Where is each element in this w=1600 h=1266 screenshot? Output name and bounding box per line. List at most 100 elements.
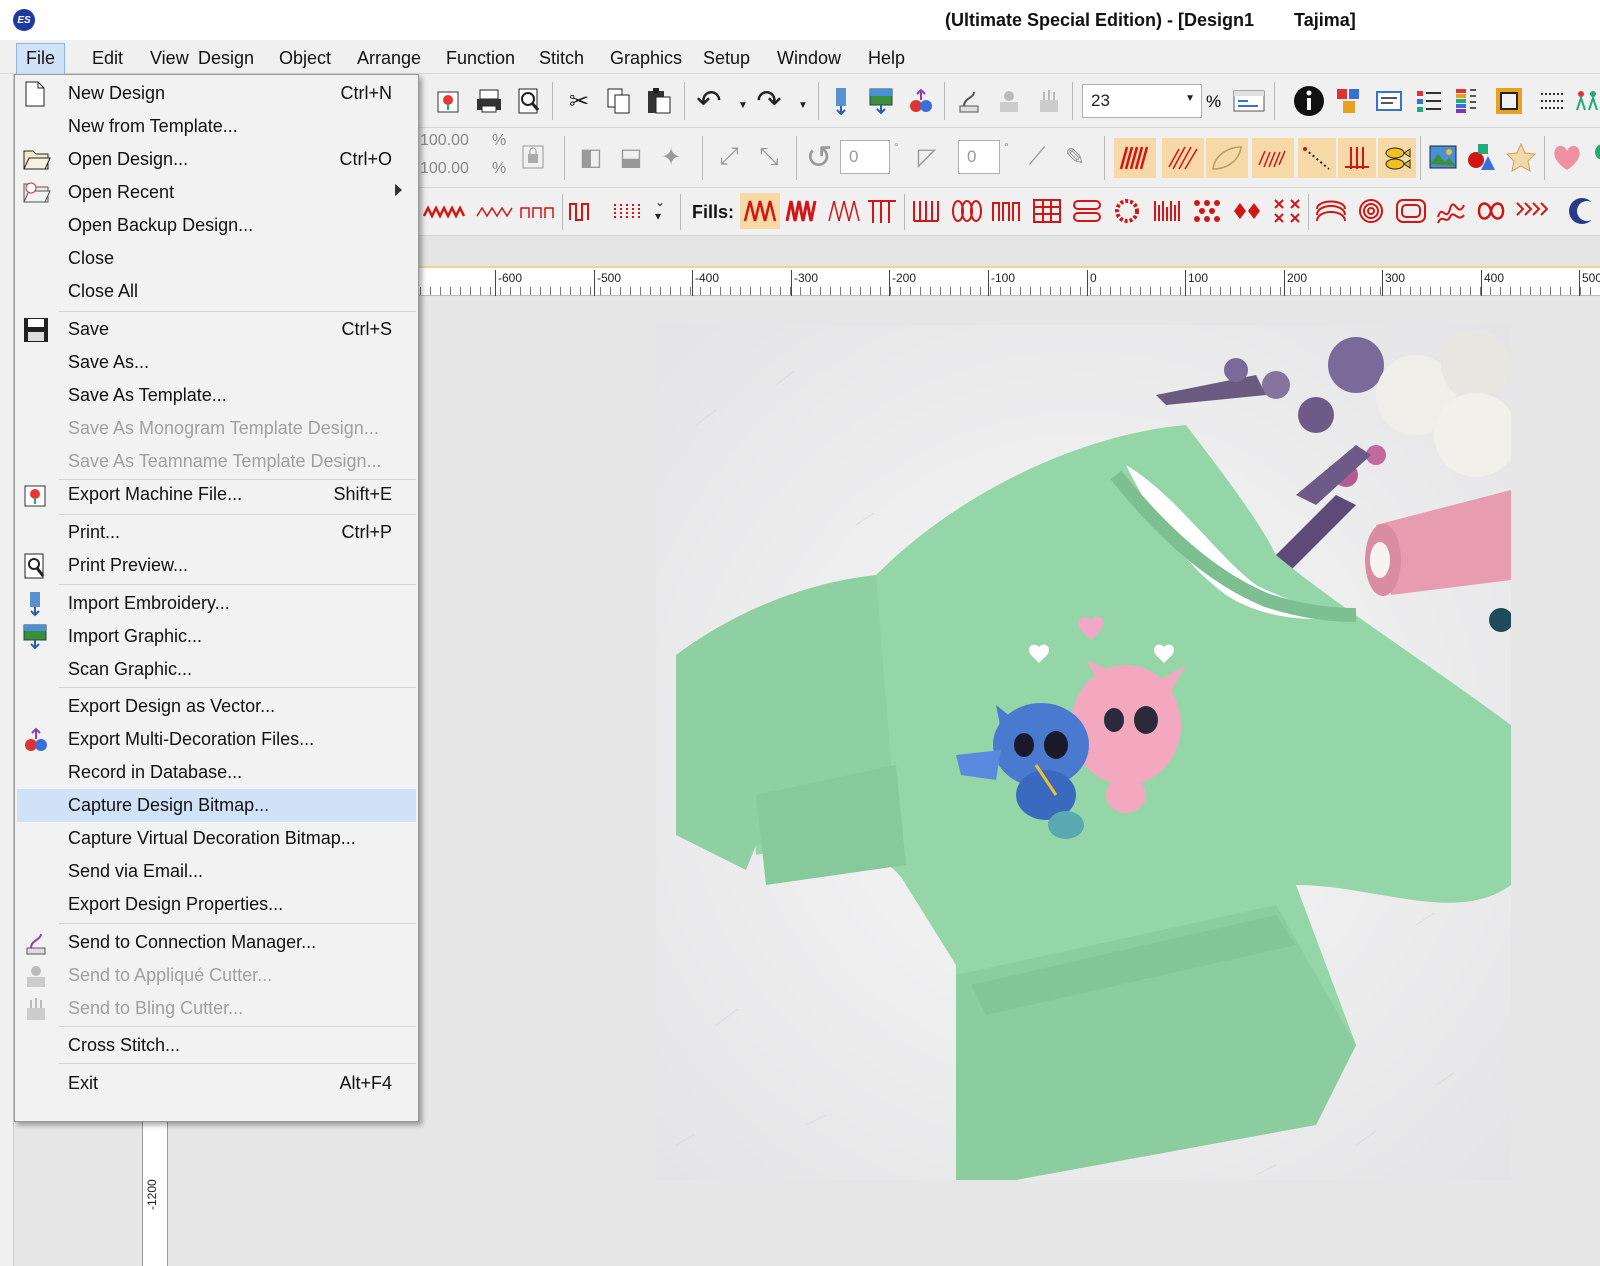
menu-graphics[interactable]: Graphics: [602, 46, 690, 71]
more-stitches-dropdown-icon[interactable]: ⌄ ▾: [650, 192, 670, 226]
menu-item-capture-design-bitmap[interactable]: Capture Design Bitmap...: [17, 789, 416, 822]
picture-icon[interactable]: [1426, 140, 1460, 174]
applique-cutter-icon[interactable]: [992, 84, 1026, 118]
cut-icon[interactable]: ✂: [562, 84, 596, 118]
fill-dense-satin-icon[interactable]: [782, 193, 822, 229]
rotate-left-icon[interactable]: ⤢: [712, 140, 746, 174]
menu-item-new-from-template[interactable]: New from Template...: [17, 110, 416, 143]
menu-item-scan-graphic[interactable]: Scan Graphic...: [17, 653, 416, 686]
vertical-ruler[interactable]: -1200: [142, 1110, 168, 1266]
menu-item-import-embroidery[interactable]: Import Embroidery...: [17, 587, 416, 620]
chevron-down-icon[interactable]: ▼: [1185, 93, 1195, 104]
menu-item-import-graphic[interactable]: Import Graphic...: [17, 620, 416, 653]
wave-run-icon[interactable]: [474, 195, 516, 229]
menu-help[interactable]: Help: [860, 46, 913, 71]
hoop-icon[interactable]: [1492, 84, 1526, 118]
menu-item-print[interactable]: Print... Ctrl+P: [17, 516, 416, 549]
applique-icon[interactable]: [1550, 140, 1584, 174]
import-graphic-icon[interactable]: [864, 84, 898, 118]
connection-manager-icon[interactable]: [952, 84, 986, 118]
menu-object[interactable]: Object: [271, 46, 339, 71]
skew-input[interactable]: 0: [958, 140, 1000, 174]
app-logo-icon[interactable]: ES: [13, 9, 35, 31]
fill-arcs-icon[interactable]: [1312, 193, 1350, 229]
mirror-horizontal-icon[interactable]: ◧: [574, 140, 608, 174]
menu-item-export-design-as-vector[interactable]: Export Design as Vector...: [17, 690, 416, 723]
menu-item-open-design[interactable]: Open Design... Ctrl+O: [17, 143, 416, 176]
zoom-combo[interactable]: 23 ▼: [1082, 84, 1202, 118]
menu-item-open-recent[interactable]: Open Recent: [17, 176, 416, 209]
fill-rings-icon[interactable]: [948, 193, 986, 229]
menu-item-save-as[interactable]: Save As...: [17, 346, 416, 379]
menu-item-print-preview[interactable]: Print Preview...: [17, 549, 416, 582]
fill-stipple-icon[interactable]: [1432, 193, 1470, 229]
rotate-input[interactable]: 0: [840, 140, 890, 174]
menu-stitch[interactable]: Stitch: [531, 46, 592, 71]
export-icon[interactable]: [432, 84, 466, 118]
fill-open-satin-icon[interactable]: [824, 193, 864, 229]
fill-spiral-icon[interactable]: [1352, 193, 1390, 229]
mirror-both-icon[interactable]: ✦: [654, 140, 688, 174]
properties-icon[interactable]: [1232, 84, 1266, 118]
list-icon[interactable]: [1412, 84, 1446, 118]
fill-satin-icon[interactable]: [740, 193, 780, 229]
redo-dropdown-icon[interactable]: ▼: [786, 88, 820, 122]
star-icon[interactable]: [1504, 140, 1538, 174]
fish-icon[interactable]: [1378, 138, 1416, 178]
fill-contour-icon[interactable]: [1392, 193, 1430, 229]
fill-column-icon[interactable]: [908, 193, 946, 229]
mirror-vertical-icon[interactable]: ⬓: [614, 140, 648, 174]
menu-item-send-to-applique-cutter[interactable]: Send to Appliqué Cutter...: [17, 959, 416, 992]
tree-icon[interactable]: [1584, 140, 1600, 174]
menu-item-send-to-connection-manager[interactable]: Send to Connection Manager...: [17, 926, 416, 959]
rotate-icon[interactable]: ↺: [802, 139, 836, 175]
menu-setup[interactable]: Setup: [695, 46, 758, 71]
fill-chain-icon[interactable]: [1068, 193, 1106, 229]
fill-bars-icon[interactable]: [1148, 193, 1186, 229]
copy-icon[interactable]: [602, 84, 636, 118]
menu-file[interactable]: File: [16, 43, 66, 76]
paste-icon[interactable]: [642, 84, 676, 118]
fill-cross-icon[interactable]: [1268, 193, 1306, 229]
menu-item-save-as-teamname-template[interactable]: Save As Teamname Template Design...: [17, 445, 416, 478]
menu-item-save[interactable]: Save Ctrl+S: [17, 313, 416, 346]
shapes-icon[interactable]: [1464, 140, 1498, 174]
left-tool-strip[interactable]: [0, 74, 14, 1266]
menu-item-exit[interactable]: Exit Alt+F4: [17, 1067, 416, 1100]
import-embroidery-icon[interactable]: [824, 84, 858, 118]
lock-proportions-icon[interactable]: [516, 140, 550, 174]
print-icon[interactable]: [472, 84, 506, 118]
redo-icon[interactable]: ↷: [752, 84, 786, 118]
fill-rhombus-icon[interactable]: [1228, 193, 1266, 229]
menu-view[interactable]: View: [142, 46, 197, 71]
undo-icon[interactable]: ↶: [692, 84, 726, 118]
square-wave-icon[interactable]: [518, 195, 560, 229]
menu-item-send-to-bling-cutter[interactable]: Send to Bling Cutter...: [17, 992, 416, 1025]
menu-edit[interactable]: Edit: [84, 46, 131, 71]
menu-item-save-as-template[interactable]: Save As Template...: [17, 379, 416, 412]
fill-grid-icon[interactable]: [1028, 193, 1066, 229]
menu-item-record-in-database[interactable]: Record in Database...: [17, 756, 416, 789]
menu-function[interactable]: Function: [438, 46, 523, 71]
menu-item-cross-stitch[interactable]: Cross Stitch...: [17, 1029, 416, 1062]
menu-item-close[interactable]: Close: [17, 242, 416, 275]
menu-item-capture-virtual-decoration-bitmap[interactable]: Capture Virtual Decoration Bitmap...: [17, 822, 416, 855]
grid-icon[interactable]: [1536, 84, 1570, 118]
scale-y-value[interactable]: 100.00: [420, 160, 469, 178]
design-properties-icon[interactable]: [1372, 84, 1406, 118]
menu-item-open-backup-design[interactable]: Open Backup Design...: [17, 209, 416, 242]
fill-gear-icon[interactable]: [1108, 193, 1146, 229]
people-icon[interactable]: [1570, 84, 1600, 118]
crescent-icon[interactable]: [1560, 193, 1598, 229]
menu-item-close-all[interactable]: Close All: [17, 275, 416, 308]
skew-icon[interactable]: ◸: [910, 140, 944, 174]
fill-castle-icon[interactable]: [988, 193, 1026, 229]
dotted-column-icon[interactable]: [608, 195, 650, 229]
menu-window[interactable]: Window: [769, 46, 849, 71]
fill-diamonds-icon[interactable]: [1188, 193, 1226, 229]
menu-design[interactable]: Design: [190, 46, 262, 71]
menu-arrange[interactable]: Arrange: [349, 46, 429, 71]
menu-item-save-as-monogram-template[interactable]: Save As Monogram Template Design...: [17, 412, 416, 445]
rotate-right-icon[interactable]: ⤡: [752, 140, 786, 174]
motif-run-icon[interactable]: [1252, 138, 1294, 178]
